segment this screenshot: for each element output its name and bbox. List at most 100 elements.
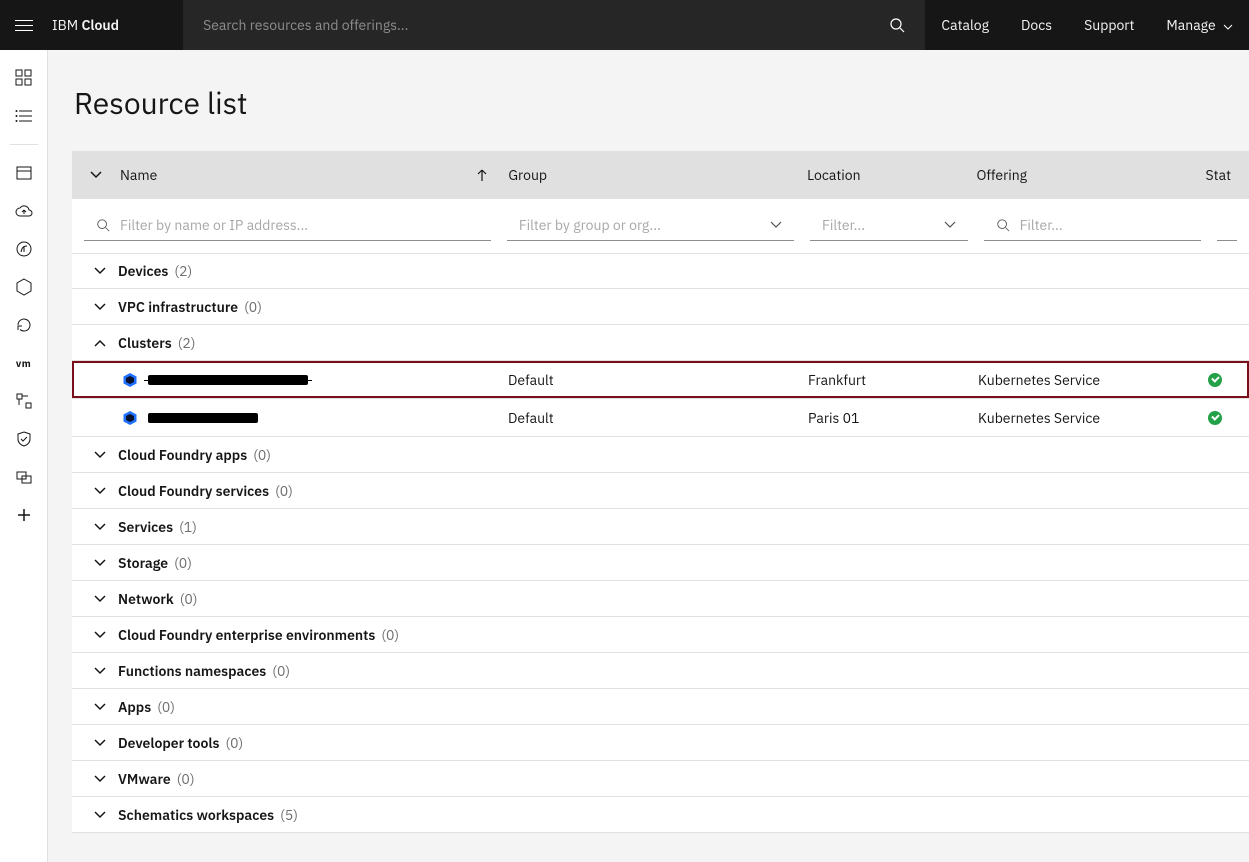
- cluster-row[interactable]: DefaultParis 01Kubernetes Service: [72, 399, 1249, 437]
- cluster-status: [1208, 411, 1222, 425]
- section-count: (0): [244, 298, 262, 316]
- col-status[interactable]: Stat: [1206, 166, 1231, 184]
- sort-asc-icon[interactable]: [476, 168, 488, 182]
- schematics-icon[interactable]: [14, 391, 34, 411]
- section-row[interactable]: Services(1): [72, 509, 1249, 545]
- section-label: Cloud Foundry apps: [118, 446, 247, 464]
- rail-divider: [10, 144, 38, 145]
- chevron-down-icon: [90, 739, 110, 747]
- section-row[interactable]: Schematics workspaces (5): [72, 797, 1249, 833]
- top-nav: Catalog Docs Support Manage: [925, 0, 1249, 50]
- section-label: Developer tools: [118, 734, 219, 752]
- filter-off-placeholder: Filter...: [1020, 216, 1063, 234]
- chevron-down-icon: [90, 595, 110, 603]
- cluster-name: [122, 410, 508, 426]
- global-search[interactable]: Search resources and offerings...: [183, 0, 925, 50]
- page-title: Resource list: [74, 84, 1249, 123]
- section-row[interactable]: Functions namespaces(0): [72, 653, 1249, 689]
- section-label: Schematics workspaces: [118, 806, 274, 824]
- vmware-icon[interactable]: vm: [14, 353, 34, 373]
- filter-offering-input[interactable]: Filter...: [984, 209, 1201, 241]
- section-count: (0): [253, 446, 271, 464]
- col-location[interactable]: Location: [807, 166, 976, 184]
- section-row[interactable]: Cloud Foundry enterprise environments(0): [72, 617, 1249, 653]
- dashboard-icon[interactable]: [14, 68, 34, 88]
- section-count: (0): [157, 698, 175, 716]
- cluster-location: Frankfurt: [808, 371, 978, 389]
- cluster-location: Paris 01: [808, 409, 978, 427]
- section-label: Storage: [118, 554, 168, 572]
- filter-row: Filter by name or IP address... Filter b…: [72, 199, 1249, 253]
- section-list: Devices(2)VPC infrastructure(0) Clusters (…: [72, 253, 1249, 833]
- section-count: (0): [180, 590, 198, 608]
- search-placeholder: Search resources and offerings...: [203, 16, 408, 34]
- top-bar: IBM Cloud Search resources and offerings…: [0, 0, 1249, 50]
- resource-list-icon[interactable]: [14, 106, 34, 126]
- redacted-name: [148, 375, 308, 385]
- chevron-down-icon: [90, 775, 110, 783]
- section-label: Cloud Foundry services: [118, 482, 269, 500]
- classic-infra-icon[interactable]: [14, 163, 34, 183]
- apps-icon[interactable]: [14, 467, 34, 487]
- nav-catalog[interactable]: Catalog: [925, 16, 1005, 34]
- chevron-down-icon: [90, 523, 110, 531]
- functions-icon[interactable]: [14, 239, 34, 259]
- section-row[interactable]: VPC infrastructure(0): [72, 289, 1249, 325]
- section-row[interactable]: Cloud Foundry apps (0): [72, 437, 1249, 473]
- section-count: (0): [381, 626, 399, 644]
- cluster-offering: Kubernetes Service: [978, 371, 1208, 389]
- security-icon[interactable]: [14, 429, 34, 449]
- logo-prefix: IBM: [52, 16, 78, 34]
- filter-status-input[interactable]: [1217, 209, 1237, 241]
- filter-name-placeholder: Filter by name or IP address...: [120, 216, 308, 234]
- section-label: Clusters: [118, 334, 172, 352]
- filter-group-select[interactable]: Filter by group or org...: [507, 209, 794, 241]
- section-row[interactable]: Storage (0): [72, 545, 1249, 581]
- chevron-down-icon: [90, 171, 102, 179]
- table-header: Name Group Location Offering Stat: [72, 151, 1249, 199]
- nav-manage[interactable]: Manage: [1150, 16, 1249, 34]
- section-row[interactable]: Clusters (2): [72, 325, 1249, 361]
- status-normal-icon: [1208, 373, 1222, 387]
- chevron-down-icon: [90, 487, 110, 495]
- section-count: (0): [272, 662, 290, 680]
- section-count: (0): [275, 482, 293, 500]
- section-count: (0): [174, 554, 192, 572]
- chevron-up-icon: [90, 339, 110, 347]
- col-group[interactable]: Group: [508, 166, 807, 184]
- nav-docs[interactable]: Docs: [1005, 16, 1068, 34]
- cluster-group: Default: [508, 409, 808, 427]
- add-icon[interactable]: [14, 505, 34, 525]
- section-row[interactable]: Devices(2): [72, 253, 1249, 289]
- hamburger-menu-icon[interactable]: [0, 0, 48, 50]
- nav-manage-label: Manage: [1166, 16, 1215, 34]
- search-icon[interactable]: [889, 17, 905, 33]
- status-normal-icon: [1208, 411, 1222, 425]
- section-row[interactable]: Developer tools(0): [72, 725, 1249, 761]
- section-count: (5): [280, 806, 298, 824]
- col-offering[interactable]: Offering: [976, 166, 1205, 184]
- cluster-row[interactable]: DefaultFrankfurtKubernetes Service: [72, 361, 1249, 399]
- filter-name-input[interactable]: Filter by name or IP address...: [84, 209, 491, 241]
- section-count: (2): [174, 262, 192, 280]
- refresh-icon[interactable]: [14, 315, 34, 335]
- section-row[interactable]: Network(0): [72, 581, 1249, 617]
- section-row[interactable]: VMware(0): [72, 761, 1249, 797]
- section-row[interactable]: Apps(0): [72, 689, 1249, 725]
- col-name-label: Name: [120, 166, 157, 184]
- cluster-offering: Kubernetes Service: [978, 409, 1208, 427]
- section-count: (1): [179, 518, 197, 536]
- section-count: (2): [178, 334, 196, 352]
- kubernetes-icon[interactable]: [14, 277, 34, 297]
- cluster-status: [1208, 373, 1222, 387]
- ibm-cloud-logo[interactable]: IBM Cloud: [52, 16, 119, 34]
- chevron-down-icon: [90, 667, 110, 675]
- nav-support[interactable]: Support: [1068, 16, 1150, 34]
- chevron-down-icon: [90, 811, 110, 819]
- left-icon-rail: vm: [0, 50, 48, 862]
- cluster-group: Default: [508, 371, 808, 389]
- col-name[interactable]: Name: [90, 166, 508, 184]
- filter-location-select[interactable]: Filter...: [810, 209, 968, 241]
- section-row[interactable]: Cloud Foundry services (0): [72, 473, 1249, 509]
- cloud-icon[interactable]: [14, 201, 34, 221]
